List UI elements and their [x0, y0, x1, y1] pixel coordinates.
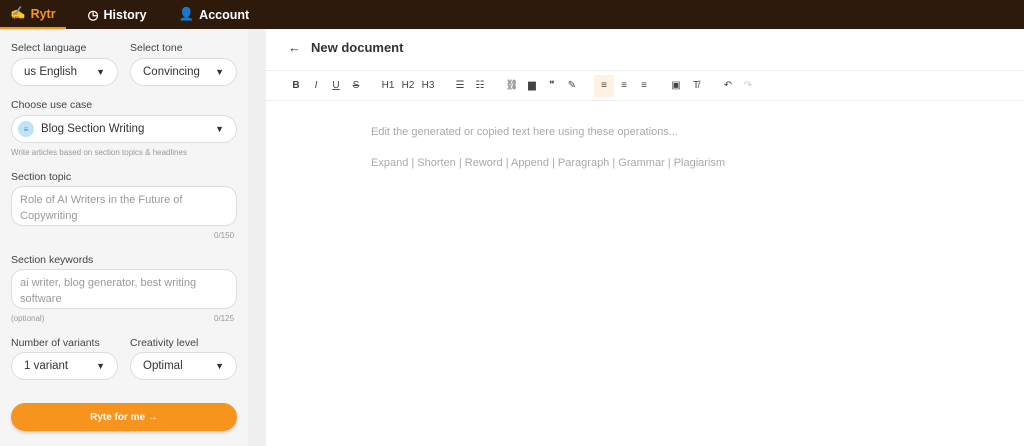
- keywords-label: Section keywords: [11, 254, 94, 266]
- editor-operations-hint: Expand | Shorten | Reword | Append | Par…: [371, 157, 726, 169]
- keywords-count: 0/125: [214, 314, 235, 323]
- variants-select[interactable]: 1 variant ▼: [11, 352, 118, 380]
- chevron-down-icon: ▼: [96, 361, 105, 371]
- editor-toolbar: B I U S H1 H2 H3 ☰ ☷ ⛓ ▆ ❞ ✎ ≡ ≡ ≡ ▣ T̸ …: [266, 70, 1024, 101]
- nav-rytr-label: Rytr: [30, 6, 56, 21]
- chevron-down-icon: ▼: [215, 361, 224, 371]
- editor-placeholder[interactable]: Edit the generated or copied text here u…: [371, 126, 678, 138]
- align-center-icon[interactable]: ≡: [614, 75, 634, 97]
- h1-button[interactable]: H1: [378, 75, 398, 97]
- history-icon: ◷: [87, 8, 99, 22]
- italic-button[interactable]: I: [306, 75, 326, 97]
- clear-format-icon[interactable]: T̸: [686, 75, 706, 97]
- highlight-pen-icon[interactable]: ✎: [562, 75, 582, 97]
- document-icon: ≡: [18, 121, 34, 137]
- chevron-down-icon: ▼: [215, 124, 224, 134]
- topic-count: 0/150: [214, 231, 235, 240]
- nav-history[interactable]: ◷ History: [78, 0, 157, 29]
- creativity-value: Optimal: [143, 360, 183, 372]
- usecase-hint: Write articles based on section topics &…: [11, 148, 187, 157]
- redo-icon[interactable]: ↷: [738, 75, 758, 97]
- language-value: us English: [24, 66, 78, 78]
- nav-account-label: Account: [199, 7, 250, 22]
- numbered-list-icon[interactable]: ☷: [470, 75, 490, 97]
- quote-icon[interactable]: ❞: [542, 75, 562, 97]
- keywords-input[interactable]: ai writer, blog generator, best writing …: [11, 269, 237, 309]
- strikethrough-button[interactable]: S: [346, 75, 366, 97]
- nav-history-label: History: [103, 7, 147, 22]
- underline-button[interactable]: U: [326, 75, 346, 97]
- sidebar-scrollbar[interactable]: [248, 29, 266, 446]
- document-title[interactable]: New document: [311, 40, 403, 55]
- language-select[interactable]: us English ▼: [11, 58, 118, 86]
- creativity-label: Creativity level: [130, 337, 199, 349]
- back-arrow-icon[interactable]: ←: [288, 40, 301, 55]
- chevron-down-icon: ▼: [96, 67, 105, 77]
- h3-button[interactable]: H3: [418, 75, 438, 97]
- user-icon: 👤: [178, 7, 195, 21]
- h2-button[interactable]: H2: [398, 75, 418, 97]
- usecase-value: Blog Section Writing: [41, 123, 145, 135]
- ryte-for-me-button[interactable]: Ryte for me →: [11, 403, 237, 431]
- usecase-select[interactable]: ≡ Blog Section Writing ▼: [11, 115, 237, 143]
- topic-input[interactable]: Role of AI Writers in the Future of Copy…: [11, 186, 237, 226]
- topic-label: Section topic: [11, 171, 72, 183]
- nav-account[interactable]: 👤 Account: [169, 0, 260, 29]
- creativity-select[interactable]: Optimal ▼: [130, 352, 237, 380]
- tone-value: Convincing: [143, 66, 200, 78]
- tone-label: Select tone: [130, 42, 183, 54]
- bullet-list-icon[interactable]: ☰: [450, 75, 470, 97]
- document-header: ← New document: [288, 40, 403, 55]
- rytr-logo-icon: ✍: [10, 6, 26, 20]
- top-nav: ✍ Rytr ◷ History 👤 Account: [0, 0, 1024, 29]
- align-left-icon[interactable]: ≡: [594, 74, 614, 97]
- nav-rytr[interactable]: ✍ Rytr: [0, 0, 66, 29]
- fullscreen-icon[interactable]: ▣: [666, 75, 686, 97]
- align-right-icon[interactable]: ≡: [634, 75, 654, 97]
- image-icon[interactable]: ▆: [522, 75, 542, 97]
- undo-icon[interactable]: ↶: [718, 75, 738, 97]
- sidebar: [0, 29, 248, 446]
- language-label: Select language: [11, 42, 87, 54]
- bold-button[interactable]: B: [286, 75, 306, 97]
- link-icon[interactable]: ⛓: [502, 75, 522, 97]
- variants-value: 1 variant: [24, 360, 69, 372]
- keywords-optional: (optional): [11, 314, 45, 323]
- usecase-label: Choose use case: [11, 99, 93, 111]
- variants-label: Number of variants: [11, 337, 100, 349]
- tone-select[interactable]: Convincing ▼: [130, 58, 237, 86]
- chevron-down-icon: ▼: [215, 67, 224, 77]
